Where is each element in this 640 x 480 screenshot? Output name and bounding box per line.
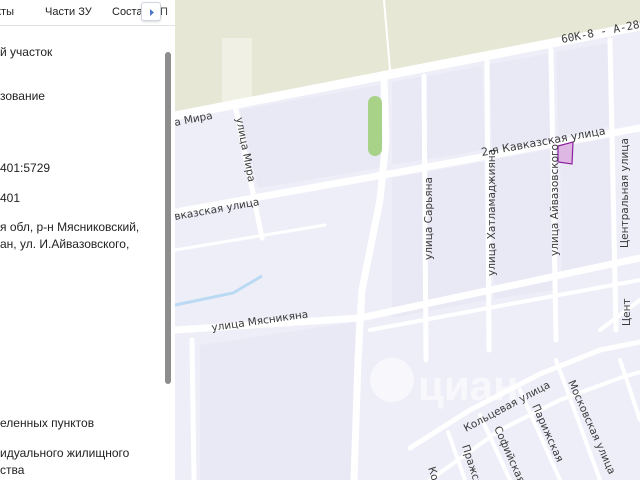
address-line-1: я обл, р-н Мясниковский, xyxy=(0,220,140,234)
watermark-circle xyxy=(370,358,414,402)
block xyxy=(556,43,612,136)
road-west-south xyxy=(189,337,197,480)
tabs-scroll-right-button[interactable] xyxy=(141,2,161,21)
block xyxy=(200,322,355,480)
land-type-value: й участок xyxy=(0,45,53,59)
cadastral-quarter-value: 401 xyxy=(0,191,21,205)
address-line-2: ан, ул. И.Айвазовского, xyxy=(0,237,130,251)
tab-composition[interactable]: Соста xyxy=(112,6,143,18)
block xyxy=(392,66,485,165)
label-khatlamadzhiyana: улица Хатламаджияна xyxy=(486,149,498,276)
label-ayvazovskogo: улица Айвазовского xyxy=(549,144,561,256)
park xyxy=(368,96,382,156)
land-category-value: еленных пунктов xyxy=(0,416,95,430)
tab-land-parts[interactable]: Части ЗУ xyxy=(45,6,92,18)
cadastral-number-value: 401:5729 xyxy=(0,161,51,175)
field-patch xyxy=(222,38,252,104)
info-panel: екты Части ЗУ Соста П й участок зование … xyxy=(0,0,175,480)
tab-bar: екты Части ЗУ Соста П xyxy=(0,0,175,26)
panel-scrollbar[interactable] xyxy=(165,52,171,384)
permitted-use-line-2: ства xyxy=(0,463,25,477)
permitted-use-line-1: идуального жилищного xyxy=(0,446,130,460)
chevron-right-icon xyxy=(150,9,154,16)
label-tsentr-cut: Цент xyxy=(621,298,633,326)
label-saryana: улица Сарьяна xyxy=(423,177,435,260)
status-value: зование xyxy=(0,89,45,103)
label-tsentralnaya: Центральная улица xyxy=(619,138,631,248)
watermark-logo: циан xyxy=(370,358,518,409)
block xyxy=(490,54,551,148)
tab-objects[interactable]: екты xyxy=(0,6,14,18)
map-view[interactable]: циан 60К-8 - А-280 а Мира улица Мира 2-я… xyxy=(175,0,640,480)
tab-next-hidden[interactable]: П xyxy=(160,6,168,18)
